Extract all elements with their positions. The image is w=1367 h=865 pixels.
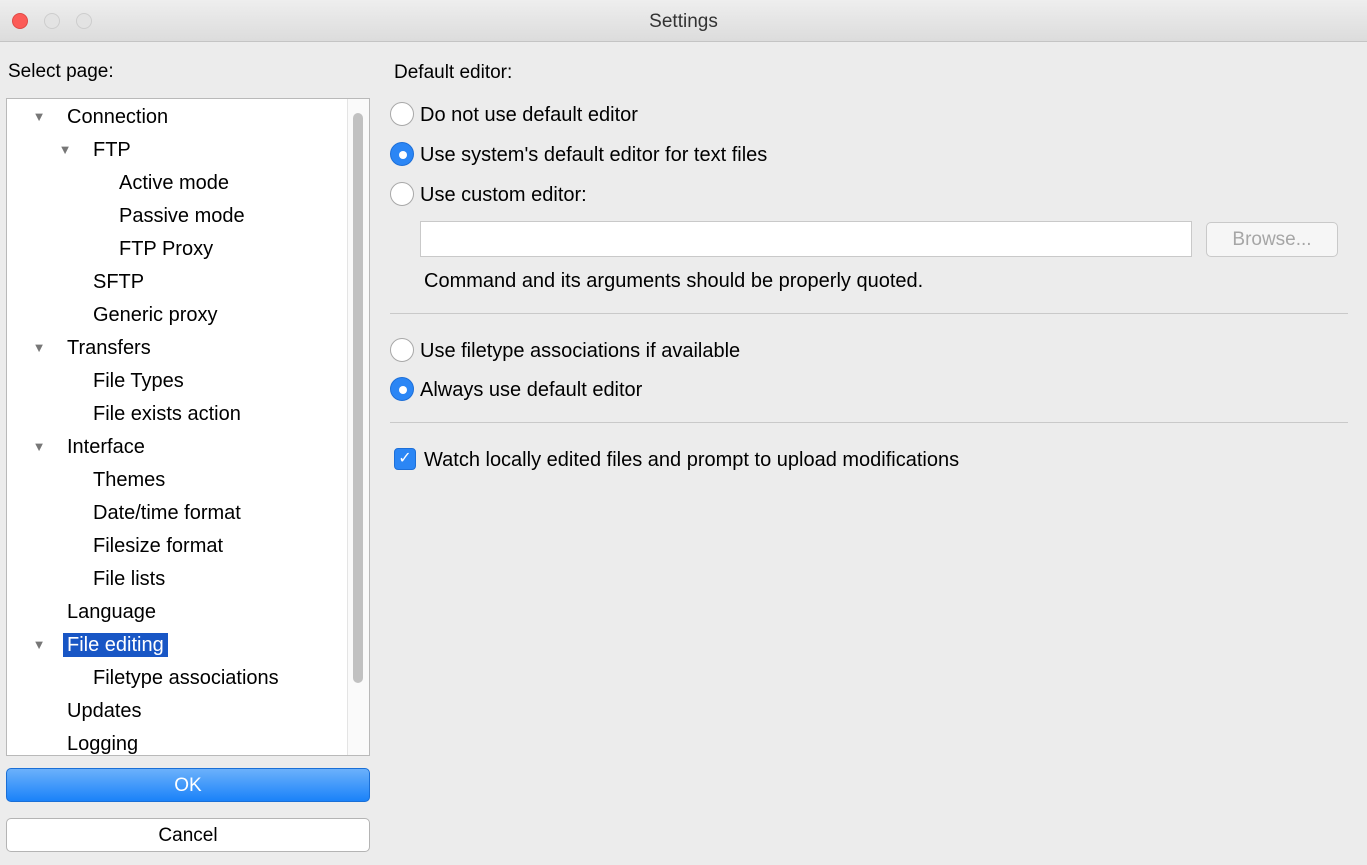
tree-item-updates[interactable]: Updates (67, 696, 142, 726)
tree-item-label: File Types (93, 370, 184, 392)
tree-item-passive-mode[interactable]: Passive mode (119, 201, 245, 231)
tree-item-connection[interactable]: ▼ Connection (33, 102, 169, 132)
tree-item-label: SFTP (93, 271, 145, 293)
tree-item-file-editing[interactable]: ▼ File editing (33, 630, 168, 660)
section-divider (390, 422, 1348, 423)
tree-scrollbar[interactable] (347, 99, 369, 755)
radio-no-default-editor[interactable]: Do not use default editor (390, 100, 638, 130)
radio-button-icon[interactable] (390, 337, 414, 362)
radio-button-selected-icon[interactable] (390, 376, 414, 401)
default-editor-heading: Default editor: (394, 62, 513, 83)
tree-item-themes[interactable]: Themes (93, 465, 165, 495)
tree-item-file-lists[interactable]: File lists (93, 564, 165, 594)
tree-item-label: Interface (67, 436, 145, 458)
quoting-note: Command and its arguments should be prop… (424, 270, 924, 292)
radio-label: Use filetype associations if available (420, 340, 741, 362)
ok-button[interactable]: OK (6, 768, 370, 802)
tree-item-label: Updates (67, 700, 142, 722)
tree-item-label: Filetype associations (93, 667, 279, 689)
tree-item-label: FTP (93, 139, 131, 161)
watch-files-checkbox[interactable]: ✓ Watch locally edited files and prompt t… (394, 445, 959, 475)
tree-item-file-exists-action[interactable]: File exists action (93, 399, 241, 429)
expand-arrow-icon[interactable]: ▼ (29, 432, 49, 462)
tree-item-ftp[interactable]: ▼ FTP (59, 135, 131, 165)
custom-editor-input[interactable] (420, 221, 1192, 257)
select-page-label: Select page: (8, 61, 114, 82)
tree-item-filetype-associations[interactable]: Filetype associations (93, 663, 279, 693)
radio-system-default-editor[interactable]: Use system's default editor for text fil… (390, 140, 767, 170)
radio-label: Do not use default editor (420, 104, 638, 126)
tree-item-file-types[interactable]: File Types (93, 366, 184, 396)
browse-button[interactable]: Browse... (1206, 222, 1338, 257)
radio-button-icon[interactable] (390, 181, 414, 206)
tree-item-label: Transfers (67, 337, 151, 359)
tree-item-label: Logging (67, 733, 139, 755)
tree-item-label: Date/time format (93, 502, 241, 524)
tree-item-active-mode[interactable]: Active mode (119, 168, 229, 198)
tree-item-ftp-proxy[interactable]: FTP Proxy (119, 234, 213, 264)
tree-item-sftp[interactable]: SFTP (93, 267, 144, 297)
tree-item-label: Language (67, 601, 156, 623)
tree-item-label: FTP Proxy (119, 238, 214, 260)
radio-button-selected-icon[interactable] (390, 141, 414, 166)
radio-label: Always use default editor (420, 379, 643, 401)
tree-item-label: File exists action (93, 403, 241, 425)
tree-item-interface[interactable]: ▼ Interface (33, 432, 145, 462)
expand-arrow-icon[interactable]: ▼ (55, 135, 75, 165)
radio-label: Use system's default editor for text fil… (420, 144, 768, 166)
settings-page-tree[interactable]: ▼ Connection ▼ FTP Active mode Passive m… (6, 98, 370, 756)
tree-item-label: Generic proxy (93, 304, 218, 326)
expand-arrow-icon[interactable]: ▼ (29, 333, 49, 363)
radio-label: Use custom editor: (420, 184, 587, 206)
cancel-button[interactable]: Cancel (6, 818, 370, 852)
tree-item-label: Themes (93, 469, 166, 491)
window-title: Settings (649, 11, 718, 32)
section-divider (390, 313, 1348, 314)
expand-arrow-icon[interactable]: ▼ (29, 102, 49, 132)
checkmark-icon[interactable]: ✓ (394, 447, 416, 470)
tree-item-date-time-format[interactable]: Date/time format (93, 498, 241, 528)
radio-use-filetype-associations[interactable]: Use filetype associations if available (390, 336, 740, 366)
radio-button-icon[interactable] (390, 101, 414, 126)
checkbox-label: Watch locally edited files and prompt to… (424, 449, 960, 471)
radio-custom-editor[interactable]: Use custom editor: (390, 180, 587, 210)
tree-item-label: Connection (67, 106, 169, 128)
settings-window: Settings Select page: ▼ Connection ▼ FTP… (0, 0, 1367, 865)
tree-scrollbar-thumb[interactable] (353, 113, 363, 683)
tree-item-label: File lists (93, 568, 166, 590)
tree-item-label: Filesize format (93, 535, 224, 557)
tree-item-label: File editing (63, 633, 168, 657)
tree-item-transfers[interactable]: ▼ Transfers (33, 333, 151, 363)
tree-item-filesize-format[interactable]: Filesize format (93, 531, 223, 561)
tree-item-label: Passive mode (119, 205, 245, 227)
tree-item-language[interactable]: Language (67, 597, 156, 627)
tree-item-label: Active mode (119, 172, 230, 194)
tree-item-generic-proxy[interactable]: Generic proxy (93, 300, 218, 330)
tree-item-logging[interactable]: Logging (67, 729, 139, 755)
radio-always-default-editor[interactable]: Always use default editor (390, 375, 642, 405)
title-bar[interactable]: Settings (0, 0, 1367, 42)
expand-arrow-icon[interactable]: ▼ (29, 630, 49, 660)
